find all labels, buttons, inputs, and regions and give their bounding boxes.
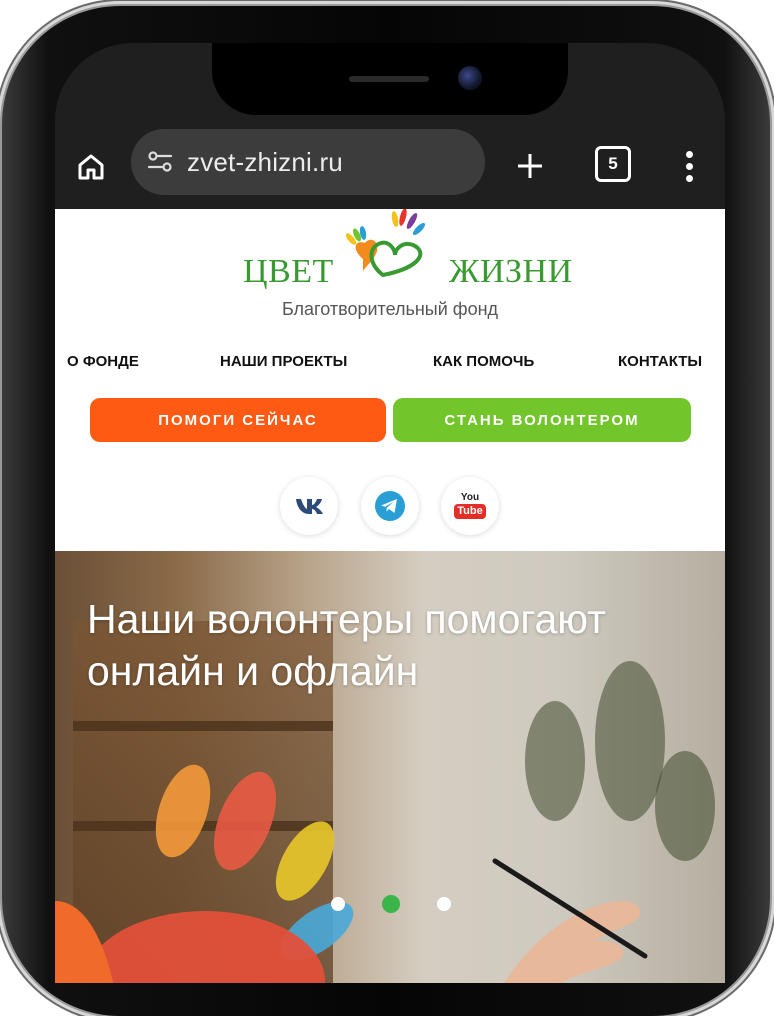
logo-word-right: ЖИЗНИ [449,253,573,290]
slider-dot-2-active[interactable] [382,895,400,913]
menu-dot-icon [685,162,693,170]
hero-title: Наши волонтеры помогают онлайн и офлайн [87,596,606,694]
web-page: ЦВЕТ ЖИЗНИ Благотворительный фонд О ФОНД… [55,209,725,983]
logo-word-left: ЦВЕТ [243,253,334,290]
front-camera [458,66,482,90]
address-bar[interactable]: zvet-zhizni.ru [131,129,485,195]
tab-switcher-button[interactable]: 5 [595,146,631,182]
site-logo[interactable]: ЦВЕТ ЖИЗНИ [235,209,572,290]
youtube-label-top: You [460,492,480,503]
menu-dot-icon [685,174,693,182]
vk-link[interactable] [280,477,338,535]
vk-icon [296,499,323,514]
plus-icon [518,154,542,178]
site-settings-icon [147,151,173,172]
help-now-button[interactable]: ПОМОГИ СЕЙЧАС [90,398,386,442]
become-volunteer-button[interactable]: СТАНЬ ВОЛОНТЕРОМ [393,398,691,442]
slider-dot-1[interactable] [331,897,345,911]
hero-slider[interactable]: Наши волонтеры помогают онлайн и офлайн [55,551,725,983]
url-text: zvet-zhizni.ru [187,146,343,177]
nav-item-how-to-help[interactable]: КАК ПОМОЧЬ [433,353,534,370]
nav-item-about[interactable]: О ФОНДЕ [67,353,139,370]
browser-menu-button[interactable] [671,143,707,189]
home-icon [78,154,104,180]
nav-item-contacts[interactable]: КОНТАКТЫ [618,353,702,370]
hero-hand-with-pencil [492,858,648,983]
main-nav: О ФОНДЕ НАШИ ПРОЕКТЫ КАК ПОМОЧЬ КОНТАКТЫ [55,353,725,377]
hero-paint-blobs [55,764,354,983]
browser-toolbar: zvet-zhizni.ru 5 [55,123,725,209]
phone-frame: zvet-zhizni.ru 5 ЦВЕТ ЖИЗНИ Благотворите… [2,6,770,1016]
slider-dot-3[interactable] [437,897,451,911]
youtube-icon: You Tube [454,492,486,519]
youtube-link[interactable]: You Tube [441,477,499,535]
site-tagline: Благотворительный фонд [281,299,499,319]
hero-bg-shelf-board [73,721,333,731]
telegram-link[interactable] [361,477,419,535]
speaker-grille [349,76,429,82]
menu-dot-icon [685,150,693,158]
phone-screen: zvet-zhizni.ru 5 ЦВЕТ ЖИЗНИ Благотворите… [55,43,725,983]
tab-count: 5 [608,154,618,173]
hero-bg-plant [525,701,585,821]
phone-notch [212,43,568,115]
youtube-label-bottom: Tube [454,504,486,519]
home-button[interactable] [69,145,113,189]
new-tab-button[interactable] [505,141,555,191]
telegram-icon [375,491,405,521]
nav-item-projects[interactable]: НАШИ ПРОЕКТЫ [220,353,347,370]
heart-hand-logo-icon [345,209,426,278]
